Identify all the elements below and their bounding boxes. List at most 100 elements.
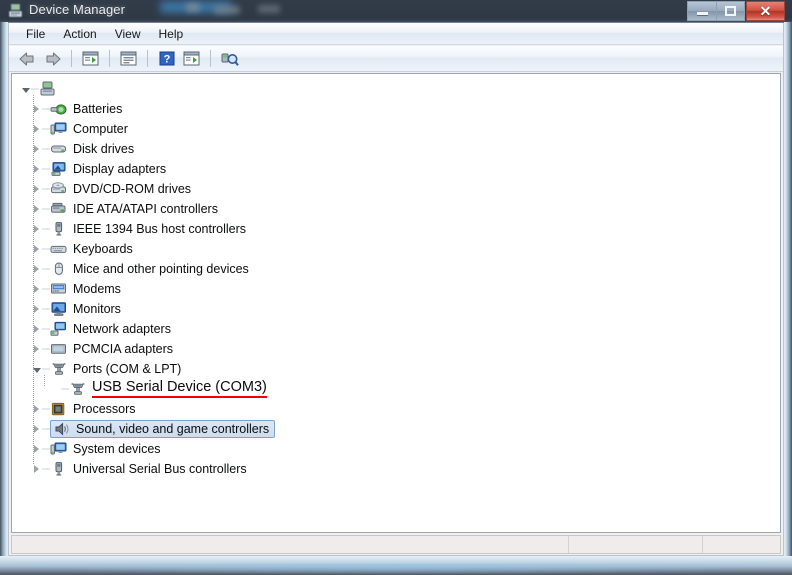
forward-button[interactable] (41, 48, 64, 70)
expand-collapse-icon[interactable] (31, 439, 42, 459)
tree-item-label: DVD/CD-ROM drives (73, 181, 192, 196)
ide-controller-icon (50, 201, 68, 217)
port-icon (69, 381, 87, 397)
tree-connector (42, 419, 50, 439)
tree-item[interactable]: System devices (31, 439, 161, 459)
expand-collapse-icon[interactable] (31, 239, 42, 259)
maximize-button[interactable] (716, 1, 745, 21)
tree-item[interactable]: Display adapters (31, 159, 166, 179)
tree-item[interactable]: Sound, video and game controllers (31, 419, 276, 439)
tree-item[interactable]: DVD/CD-ROM drives (31, 179, 191, 199)
tree-connector (42, 439, 50, 459)
computer-root-icon (40, 81, 55, 96)
tree-item-selection[interactable]: Sound, video and game controllers (50, 420, 276, 438)
expand-collapse-icon[interactable] (31, 319, 42, 339)
status-bar (11, 535, 781, 554)
keyboard-icon (50, 245, 67, 253)
menu-view[interactable]: View (106, 25, 150, 43)
tree-item[interactable]: Network adapters (31, 319, 171, 339)
tree-item[interactable]: Keyboards (31, 239, 133, 259)
tree-item[interactable]: Batteries (31, 99, 122, 119)
mouse-icon (50, 261, 68, 277)
tree-item-label: IDE ATA/ATAPI controllers (73, 201, 218, 216)
ieee1394-icon (55, 222, 63, 236)
title-bar[interactable]: Device Manager ✕ (0, 0, 792, 22)
menu-help[interactable]: Help (150, 25, 193, 43)
tree-item-label: Processors (73, 401, 136, 416)
tree-item[interactable]: Monitors (31, 299, 121, 319)
properties-button[interactable] (117, 48, 140, 70)
expand-collapse-icon[interactable] (31, 459, 42, 479)
tree-item-label: Computer (73, 121, 128, 136)
tree-item-label: Keyboards (73, 241, 133, 256)
expand-collapse-icon[interactable] (31, 259, 42, 279)
monitor-icon (51, 302, 66, 316)
tree-item-label: PCMCIA adapters (73, 341, 174, 356)
tree-item[interactable]: IDE ATA/ATAPI controllers (31, 199, 218, 219)
tree-item[interactable]: Modems (31, 279, 121, 299)
expand-collapse-icon[interactable] (31, 279, 42, 299)
expand-collapse-icon[interactable] (31, 179, 42, 199)
tree-root-node[interactable] (20, 79, 62, 99)
status-pane-1 (12, 536, 569, 553)
disk-drive-icon (50, 141, 68, 157)
toolbar-separator (109, 50, 110, 67)
expand-collapse-icon[interactable] (31, 399, 42, 419)
expand-collapse-icon[interactable] (31, 359, 42, 379)
expand-collapse-icon[interactable] (31, 299, 42, 319)
minimize-button[interactable] (687, 1, 716, 21)
expand-collapse-icon[interactable] (31, 219, 42, 239)
pcmcia-icon (51, 344, 66, 354)
battery-icon (50, 101, 68, 117)
expand-collapse-icon[interactable] (31, 139, 42, 159)
tree-item[interactable]: USB Serial Device (COM3) (50, 379, 267, 399)
tree-item[interactable]: Disk drives (31, 139, 134, 159)
show-hide-console-tree-button[interactable] (79, 48, 102, 70)
tree-item[interactable]: IEEE 1394 Bus host controllers (31, 219, 246, 239)
menu-file[interactable]: File (17, 25, 54, 43)
menu-action[interactable]: Action (54, 25, 105, 43)
port-icon (71, 383, 85, 395)
tree-connector (42, 459, 50, 479)
network-adapter-icon (50, 321, 66, 336)
close-button[interactable]: ✕ (746, 1, 785, 21)
sound-icon (55, 422, 69, 436)
forward-arrow-icon (46, 52, 61, 65)
tree-item[interactable]: Ports (COM & LPT) (31, 359, 181, 379)
expand-collapse-icon[interactable] (31, 419, 42, 439)
window-frame: Device Manager ✕ File Action View Help ?… (0, 0, 792, 575)
tree-connector (42, 399, 50, 419)
tree-item[interactable]: Universal Serial Bus controllers (31, 459, 247, 479)
back-button[interactable] (16, 48, 39, 70)
mouse-icon (54, 262, 63, 275)
root-expander-icon[interactable] (20, 79, 31, 99)
tree-item[interactable]: Mice and other pointing devices (31, 259, 249, 279)
expand-collapse-icon[interactable] (31, 159, 42, 179)
tree-item[interactable]: Processors (31, 399, 136, 419)
update-driver-button[interactable] (180, 48, 203, 70)
expand-collapse-icon[interactable] (31, 199, 42, 219)
port-icon (52, 363, 66, 375)
tree-item[interactable]: PCMCIA adapters (31, 339, 173, 359)
help-button[interactable]: ? (155, 48, 178, 70)
tree-item-label: Universal Serial Bus controllers (73, 461, 247, 476)
system-device-icon (50, 442, 67, 455)
expand-collapse-icon[interactable] (31, 99, 42, 119)
scan-hardware-changes-button[interactable] (218, 48, 241, 70)
expand-collapse-icon[interactable] (31, 119, 42, 139)
device-manager-icon (8, 3, 23, 18)
device-tree[interactable]: Batteries Computer Disk drives Display adap… (11, 73, 781, 533)
usb-icon (50, 461, 68, 477)
expand-collapse-icon[interactable] (31, 339, 42, 359)
tree-item[interactable]: Computer (31, 119, 128, 139)
menu-bar: File Action View Help (9, 23, 783, 45)
status-text-2 (569, 536, 702, 540)
tree-connector (42, 159, 50, 179)
tree-item-label: Display adapters (73, 161, 167, 176)
console-tree-icon (82, 51, 99, 66)
window-title: Device Manager (29, 2, 126, 17)
network-adapter-icon (50, 321, 68, 337)
tree-item-label: Mice and other pointing devices (73, 261, 249, 276)
client-area: File Action View Help ? Batteries Comput… (8, 23, 784, 556)
keyboard-icon (50, 241, 68, 257)
